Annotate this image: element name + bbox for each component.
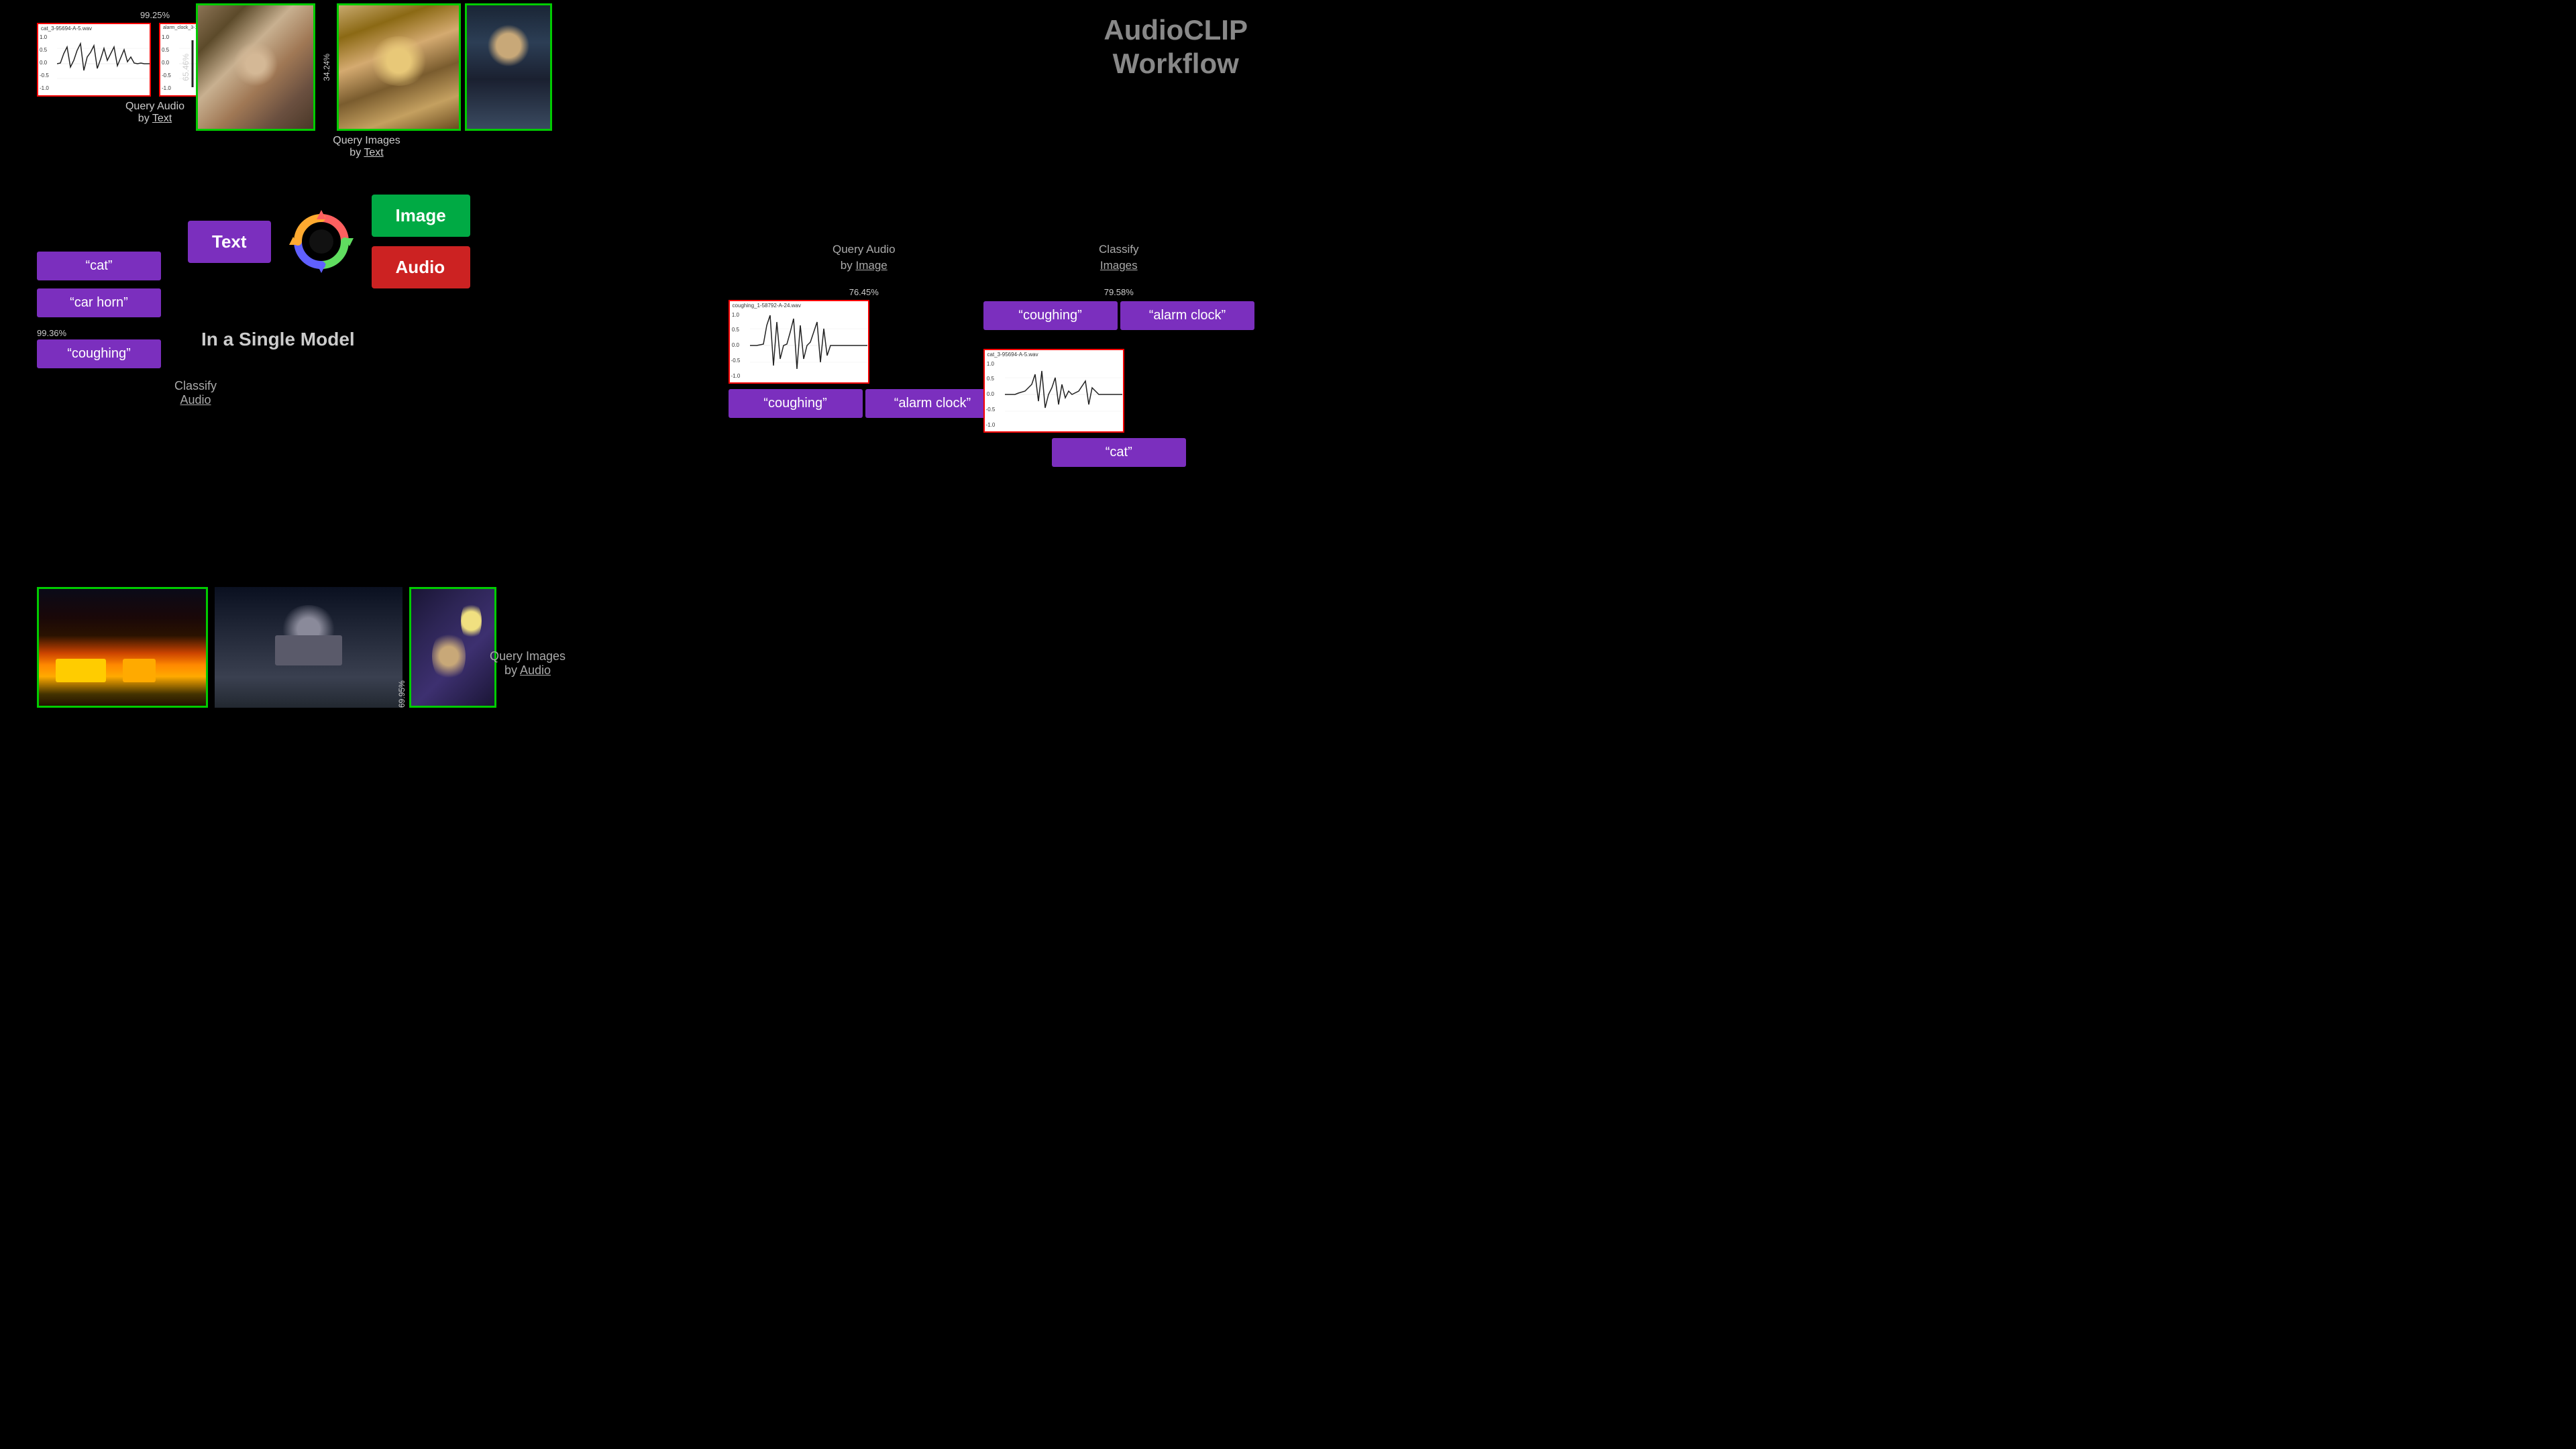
query-audio-image-label: Query Audio by Image bbox=[729, 241, 1000, 274]
waveform-svg-1 bbox=[57, 34, 150, 94]
coughing-audio-label: coughing_1-58792-A-24.wav bbox=[733, 303, 801, 309]
waveform-1: cat_3-95694-A-5.wav 1.00.50.0-0.5-1.0 bbox=[37, 23, 151, 97]
classify-images-link[interactable]: Images bbox=[1100, 259, 1138, 272]
cat-image-2 bbox=[337, 3, 461, 131]
waveform-svg-cat-right bbox=[1005, 361, 1122, 428]
cycle-svg bbox=[284, 205, 358, 278]
tag-alarm-clock-classify: “alarm clock” bbox=[1120, 301, 1254, 330]
tag-alarm-clock: “alarm clock” bbox=[865, 389, 1000, 418]
city-night-image bbox=[37, 587, 208, 708]
percent-69: 69.95% bbox=[397, 587, 407, 708]
query-images-text-link[interactable]: Text bbox=[364, 147, 383, 158]
cycle-icon bbox=[284, 205, 358, 278]
query-audio-text-link[interactable]: Text bbox=[152, 113, 172, 124]
query-images-text-label: Query Images by Text bbox=[181, 135, 552, 159]
percent-34: 34.24% bbox=[322, 54, 331, 81]
subtitle: In a Single Model bbox=[201, 329, 355, 350]
query-images-audio-link[interactable]: Audio bbox=[520, 663, 551, 677]
percent-76: 76.45% bbox=[729, 287, 1000, 297]
tag-cat: “cat” bbox=[37, 252, 161, 280]
tag-car-horn: “car horn” bbox=[37, 288, 161, 317]
audio-box[interactable]: Audio bbox=[372, 246, 470, 288]
classify-images-section: Classify Images 79.58% “coughing” “alarm… bbox=[983, 241, 1254, 472]
query-audio-image-link[interactable]: Image bbox=[856, 259, 888, 272]
bottom-images-section: 69.95% bbox=[37, 587, 496, 708]
person-couch-image bbox=[465, 3, 552, 131]
classify-audio-link[interactable]: Audio bbox=[180, 393, 211, 407]
percent-65: 65.46% bbox=[181, 54, 191, 81]
waveform-coughing: coughing_1-58792-A-24.wav 1.00.50.0-0.5-… bbox=[729, 300, 869, 384]
tag-coughing-classify: “coughing” bbox=[983, 301, 1118, 330]
cat-audio-label-right: cat_3-95694-A-5.wav bbox=[987, 352, 1038, 358]
app-title: AudioCLIP Workflow bbox=[1104, 13, 1248, 81]
classify-audio-section: “cat” “car horn” 99.36% “coughing” bbox=[37, 252, 161, 374]
title-line1: AudioCLIP bbox=[1104, 13, 1248, 47]
person-lamp-image bbox=[409, 587, 496, 708]
mask-person-image bbox=[215, 587, 402, 708]
tag-coughing: “coughing” bbox=[37, 339, 161, 368]
cat-image-1 bbox=[196, 3, 315, 131]
waveform-svg-coughing bbox=[750, 312, 867, 379]
image-audio-boxes: Image Audio bbox=[372, 195, 470, 288]
tag-coughing-right: “coughing” bbox=[729, 389, 863, 418]
classify-images-label: Classify Images bbox=[983, 241, 1254, 274]
query-audio-image-section: Query Audio by Image 76.45% coughing_1-5… bbox=[729, 241, 1000, 423]
person-lamp-with-percent: 69.95% bbox=[409, 587, 496, 708]
percent-79: 79.58% bbox=[983, 287, 1254, 297]
tag-cat-right: “cat” bbox=[1052, 438, 1186, 467]
classify-audio-label: Classify Audio bbox=[174, 379, 217, 407]
title-line2: Workflow bbox=[1104, 47, 1248, 80]
percent-99: 99.36% bbox=[37, 328, 161, 338]
image-box[interactable]: Image bbox=[372, 195, 470, 237]
text-box[interactable]: Text bbox=[188, 221, 271, 263]
center-diagram: Text Image Audio bbox=[188, 195, 470, 288]
audio1-label: cat_3-95694-A-5.wav bbox=[41, 25, 92, 32]
query-images-text-section: 65.46% 34.24% Query Images by Text bbox=[181, 3, 552, 159]
waveform-cat: cat_3-95694-A-5.wav 1.00.50.0-0.5-1.0 bbox=[983, 349, 1124, 433]
query-images-audio-label: Query Images by Audio bbox=[490, 649, 566, 678]
